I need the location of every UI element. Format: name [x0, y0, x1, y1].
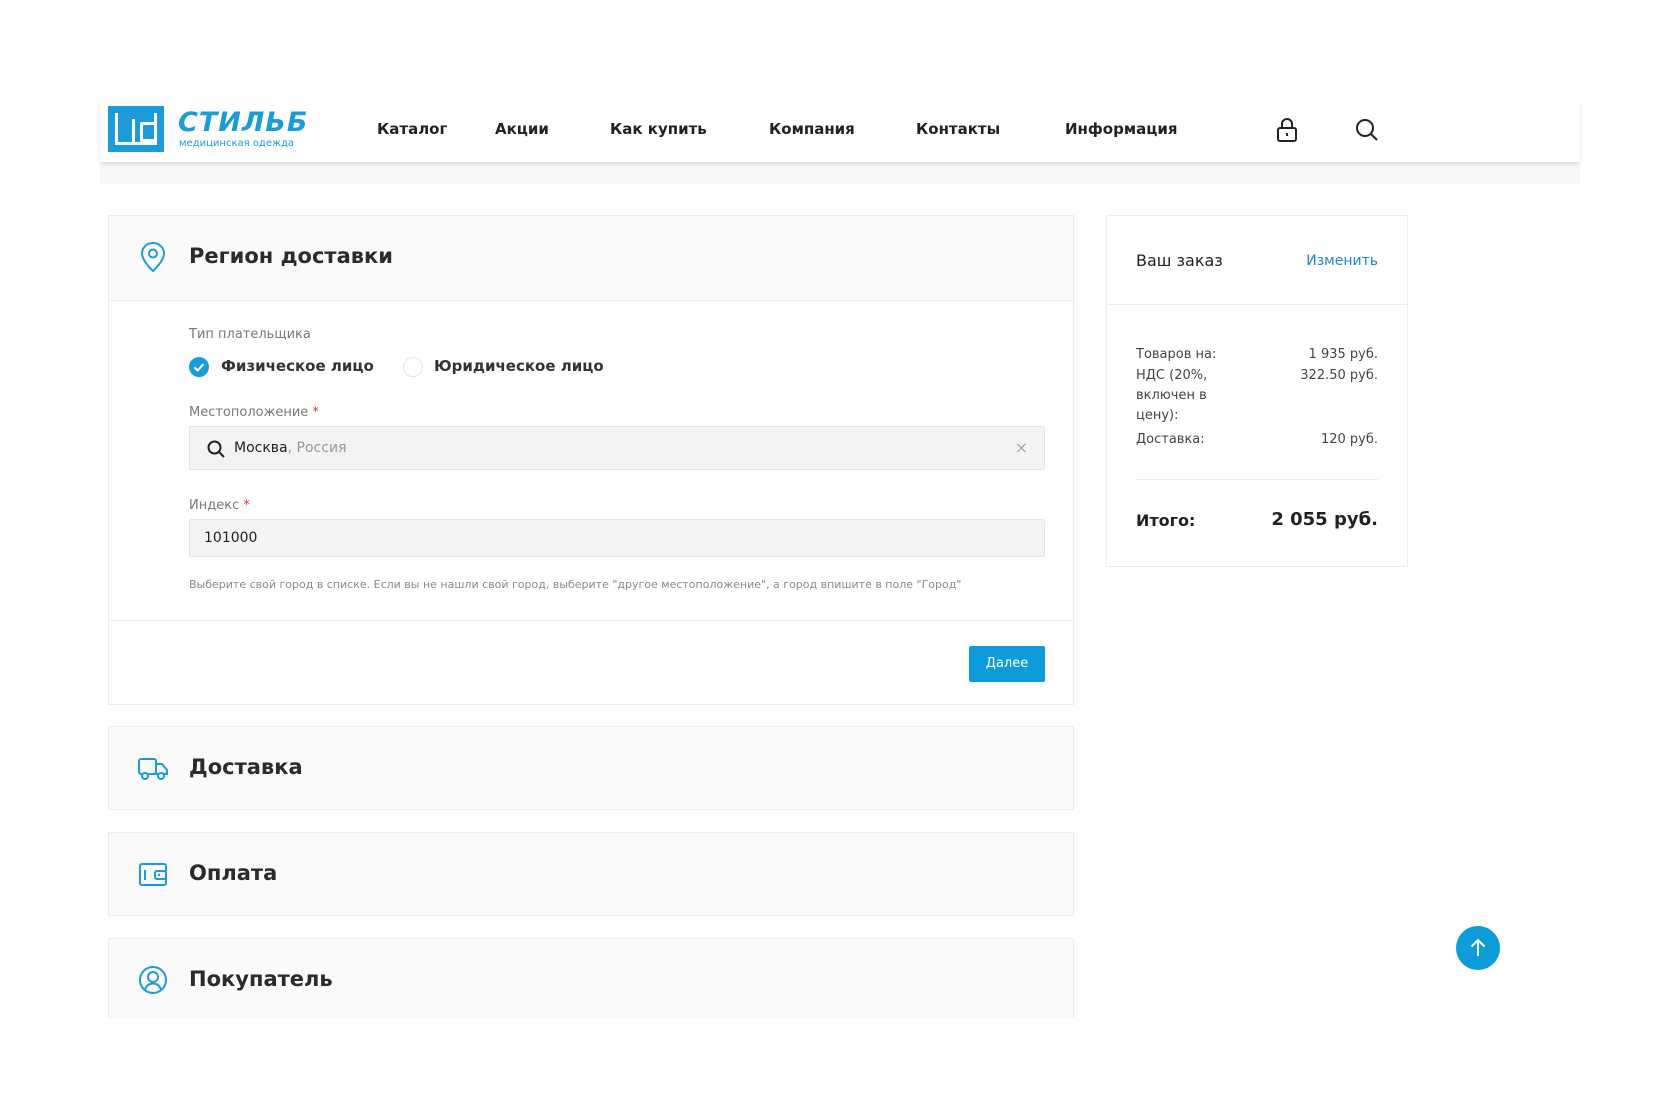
order-summary-title: Ваш заказ	[1136, 251, 1223, 270]
required-mark: *	[243, 498, 250, 513]
region-form: Тип плательщика Физическое лицо Юридичес…	[109, 300, 1073, 620]
payment-section-header[interactable]: Оплата	[109, 833, 1073, 917]
user-icon	[137, 963, 169, 997]
nav-item-company[interactable]: Компания	[769, 120, 855, 138]
search-icon[interactable]	[1353, 116, 1381, 144]
index-label-text: Индекс	[189, 498, 240, 513]
nav-item-contacts[interactable]: Контакты	[916, 120, 1000, 138]
summary-divider	[1136, 479, 1378, 480]
header-strip	[100, 162, 1580, 184]
required-mark: *	[312, 405, 319, 420]
delivery-section-title: Доставка	[189, 755, 303, 779]
delivery-section-header[interactable]: Доставка	[109, 727, 1073, 811]
buyer-section[interactable]: Покупатель	[108, 938, 1074, 1018]
location-label: Местоположение *	[189, 405, 319, 420]
summary-row-value: 1 935 руб.	[1308, 347, 1378, 362]
location-city: Москва	[234, 440, 288, 456]
buyer-section-header[interactable]: Покупатель	[109, 939, 1073, 1023]
logo-mark	[108, 106, 164, 152]
nav-item-catalog[interactable]: Каталог	[377, 120, 447, 138]
clear-location-button[interactable]: ×	[1015, 438, 1028, 457]
logo-tagline: медицинская одежда	[179, 138, 295, 149]
wallet-icon	[137, 857, 169, 891]
summary-row-label: НДС (20%, включен в цену):	[1136, 368, 1208, 423]
search-icon	[206, 439, 226, 459]
radio-individual-label[interactable]: Физическое лицо	[221, 357, 374, 375]
location-country: , Россия	[287, 440, 347, 456]
delivery-section[interactable]: Доставка	[108, 726, 1074, 810]
payer-type-group: Физическое лицо Юридическое лицо	[189, 355, 689, 379]
payment-section-title: Оплата	[189, 861, 278, 885]
summary-total-label: Итого:	[1136, 511, 1196, 530]
nav-item-promo[interactable]: Акции	[495, 120, 549, 138]
buyer-section-title: Покупатель	[189, 967, 333, 991]
order-summary: Ваш заказ Изменить Товаров на: 1 935 руб…	[1106, 215, 1408, 567]
radio-legal-entity-label[interactable]: Юридическое лицо	[434, 357, 604, 375]
location-value: Москва, Россия	[234, 440, 346, 456]
summary-row-label: Товаров на:	[1136, 347, 1217, 362]
summary-row-value: 322.50 руб.	[1300, 368, 1378, 383]
lock-icon[interactable]	[1273, 116, 1301, 144]
truck-icon	[137, 751, 169, 785]
nav-item-how-to-buy[interactable]: Как купить	[610, 120, 707, 138]
index-value: 101000	[204, 530, 258, 546]
arrow-up-icon	[1470, 938, 1486, 956]
location-pin-icon	[137, 240, 169, 274]
radio-legal-entity[interactable]	[403, 357, 423, 377]
location-input[interactable]: Москва, Россия ×	[189, 426, 1045, 470]
nav-item-info[interactable]: Информация	[1065, 120, 1178, 138]
site-logo[interactable]: СТИЛЬБ медицинская одежда	[108, 106, 308, 154]
site-header: СТИЛЬБ медицинская одежда Каталог Акции …	[100, 100, 1580, 162]
region-section-header[interactable]: Региoн доставки	[109, 216, 1073, 300]
location-hint: Выберите свой город в списке. Если вы не…	[189, 578, 962, 591]
index-input[interactable]: 101000	[189, 519, 1045, 557]
summary-total-value: 2 055 руб.	[1271, 509, 1378, 530]
index-label: Индекс *	[189, 498, 250, 513]
scroll-to-top-button[interactable]	[1456, 926, 1500, 970]
edit-order-link[interactable]: Изменить	[1306, 253, 1378, 269]
region-section: Региoн доставки Тип плательщика Физическ…	[108, 215, 1074, 705]
payment-section[interactable]: Оплата	[108, 832, 1074, 916]
payer-type-label: Тип плательщика	[189, 327, 311, 342]
logo-title: СТИЛЬБ	[178, 107, 309, 138]
next-button[interactable]: Далее	[969, 646, 1045, 682]
order-summary-header: Ваш заказ Изменить	[1107, 216, 1407, 305]
radio-individual[interactable]	[189, 357, 209, 377]
summary-row-value: 120 руб.	[1320, 432, 1378, 447]
location-label-text: Местоположение	[189, 405, 309, 420]
summary-row-label: Доставка:	[1136, 432, 1205, 447]
region-section-title: Региoн доставки	[189, 244, 394, 268]
region-section-footer: Далее	[109, 620, 1073, 704]
